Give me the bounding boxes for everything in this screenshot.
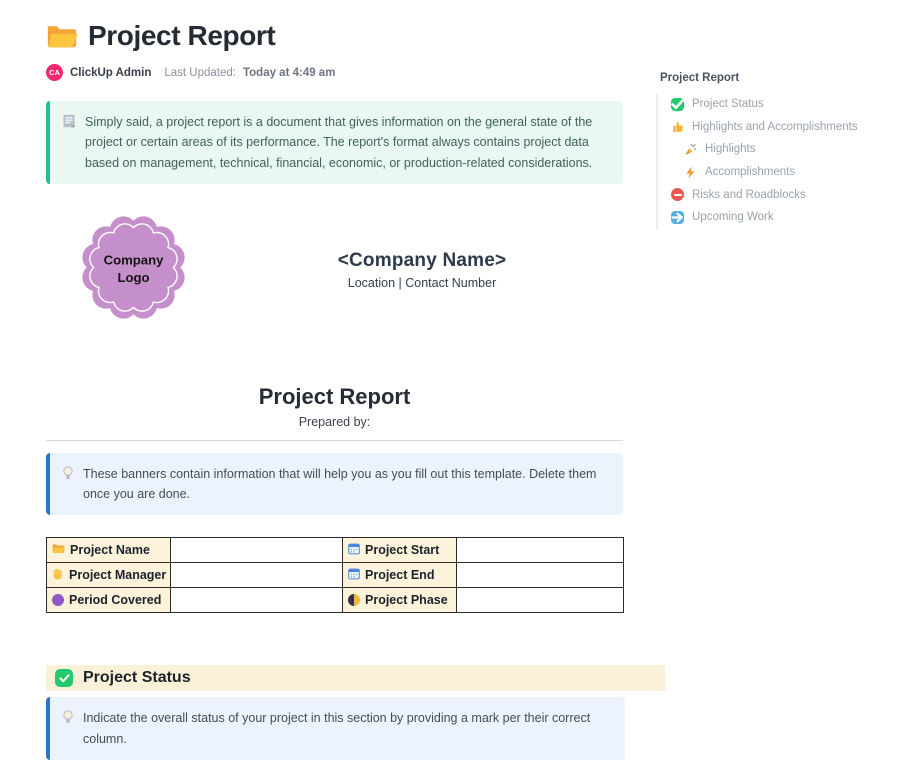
outline-item-upcoming-work[interactable]: Upcoming Work xyxy=(671,206,904,229)
company-header: Company Logo <Company Name> Location | C… xyxy=(46,217,623,324)
hand-icon xyxy=(52,567,64,583)
outline-item-highlights-accomplishments[interactable]: Highlights and Accomplishments xyxy=(671,116,904,139)
outline-item-accomplishments[interactable]: Accomplishments xyxy=(671,161,904,184)
outline-list: Project Status Highlights and Accomplish… xyxy=(656,93,904,229)
callout-status-help[interactable]: Indicate the overall status of your proj… xyxy=(46,697,625,760)
cell-project-phase-value[interactable] xyxy=(457,588,624,613)
lightning-icon xyxy=(684,166,697,179)
memo-icon xyxy=(62,114,76,173)
doc-title-row: Project Report xyxy=(46,0,623,52)
cell-period-covered-value[interactable] xyxy=(171,588,343,613)
cell-project-start-label[interactable]: Project Start xyxy=(343,538,457,563)
last-updated-value: Today at 4:49 am xyxy=(243,67,335,79)
author-name[interactable]: ClickUp Admin xyxy=(70,67,151,79)
table-row: Period Covered Project Phase xyxy=(47,588,624,613)
cell-project-end-value[interactable] xyxy=(457,563,624,588)
cell-period-covered-label[interactable]: Period Covered xyxy=(47,588,171,613)
callout-status-help-text[interactable]: Indicate the overall status of your proj… xyxy=(83,708,611,749)
open-folder-icon xyxy=(46,23,78,50)
calendar-icon xyxy=(348,568,360,583)
table-row: Project Name Project Start xyxy=(47,538,624,563)
outline-item-highlights[interactable]: Highlights xyxy=(671,138,904,161)
section-project-status[interactable]: Project Status xyxy=(46,665,665,691)
cell-project-end-label[interactable]: Project End xyxy=(343,563,457,588)
bulb-icon xyxy=(62,710,74,749)
report-heading: Project Report Prepared by: xyxy=(46,384,623,429)
cell-project-start-value[interactable] xyxy=(457,538,624,563)
cell-project-phase-label[interactable]: Project Phase xyxy=(343,588,457,613)
prepared-by-label[interactable]: Prepared by: xyxy=(46,415,623,429)
calendar-icon xyxy=(348,543,360,558)
outline-sidebar: Project Report Project Status Highlights… xyxy=(656,72,904,229)
callout-banner-help-text[interactable]: These banners contain information that w… xyxy=(83,464,609,505)
outline-header[interactable]: Project Report xyxy=(656,72,904,84)
thumbs-up-icon xyxy=(671,120,684,133)
page-title[interactable]: Project Report xyxy=(88,20,275,52)
logo-text-line1: Company xyxy=(104,253,165,268)
last-updated-label: Last Updated: xyxy=(164,67,236,79)
company-info: <Company Name> Location | Contact Number xyxy=(187,250,623,290)
cell-project-manager-value[interactable] xyxy=(171,563,343,588)
callout-intro-text[interactable]: Simply said, a project report is a docum… xyxy=(85,112,609,173)
bulb-icon xyxy=(62,466,74,505)
company-logo-badge: Company Logo xyxy=(80,214,187,326)
arrow-right-icon xyxy=(671,211,684,224)
company-contact[interactable]: Location | Contact Number xyxy=(221,276,623,290)
cell-project-name-value[interactable] xyxy=(171,538,343,563)
folder-icon xyxy=(52,543,65,557)
logo-text-line2: Logo xyxy=(117,270,149,285)
cell-project-manager-label[interactable]: Project Manager xyxy=(47,563,171,588)
outline-item-project-status[interactable]: Project Status xyxy=(671,93,904,116)
document-body: Project Report CA ClickUp Admin Last Upd… xyxy=(46,0,623,760)
clickup-doc-page: Project Report CA ClickUp Admin Last Upd… xyxy=(0,0,908,768)
company-name[interactable]: <Company Name> xyxy=(221,250,623,272)
cell-project-name-label[interactable]: Project Name xyxy=(47,538,171,563)
divider-line xyxy=(46,440,623,441)
section-title[interactable]: Project Status xyxy=(83,669,191,687)
party-popper-icon xyxy=(684,143,697,156)
report-title[interactable]: Project Report xyxy=(46,384,623,410)
callout-intro[interactable]: Simply said, a project report is a docum… xyxy=(46,101,623,184)
project-info-table: Project Name Project Start xyxy=(46,537,624,613)
no-entry-icon xyxy=(671,188,684,201)
callout-banner-help[interactable]: These banners contain information that w… xyxy=(46,453,623,516)
avatar[interactable]: CA xyxy=(46,64,63,81)
table-row: Project Manager Project End xyxy=(47,563,624,588)
purple-circle-icon xyxy=(52,594,64,606)
check-icon xyxy=(671,98,684,111)
check-icon xyxy=(55,669,73,687)
half-circle-icon xyxy=(348,594,360,606)
outline-item-risks-roadblocks[interactable]: Risks and Roadblocks xyxy=(671,183,904,206)
byline: CA ClickUp Admin Last Updated: Today at … xyxy=(46,64,623,81)
